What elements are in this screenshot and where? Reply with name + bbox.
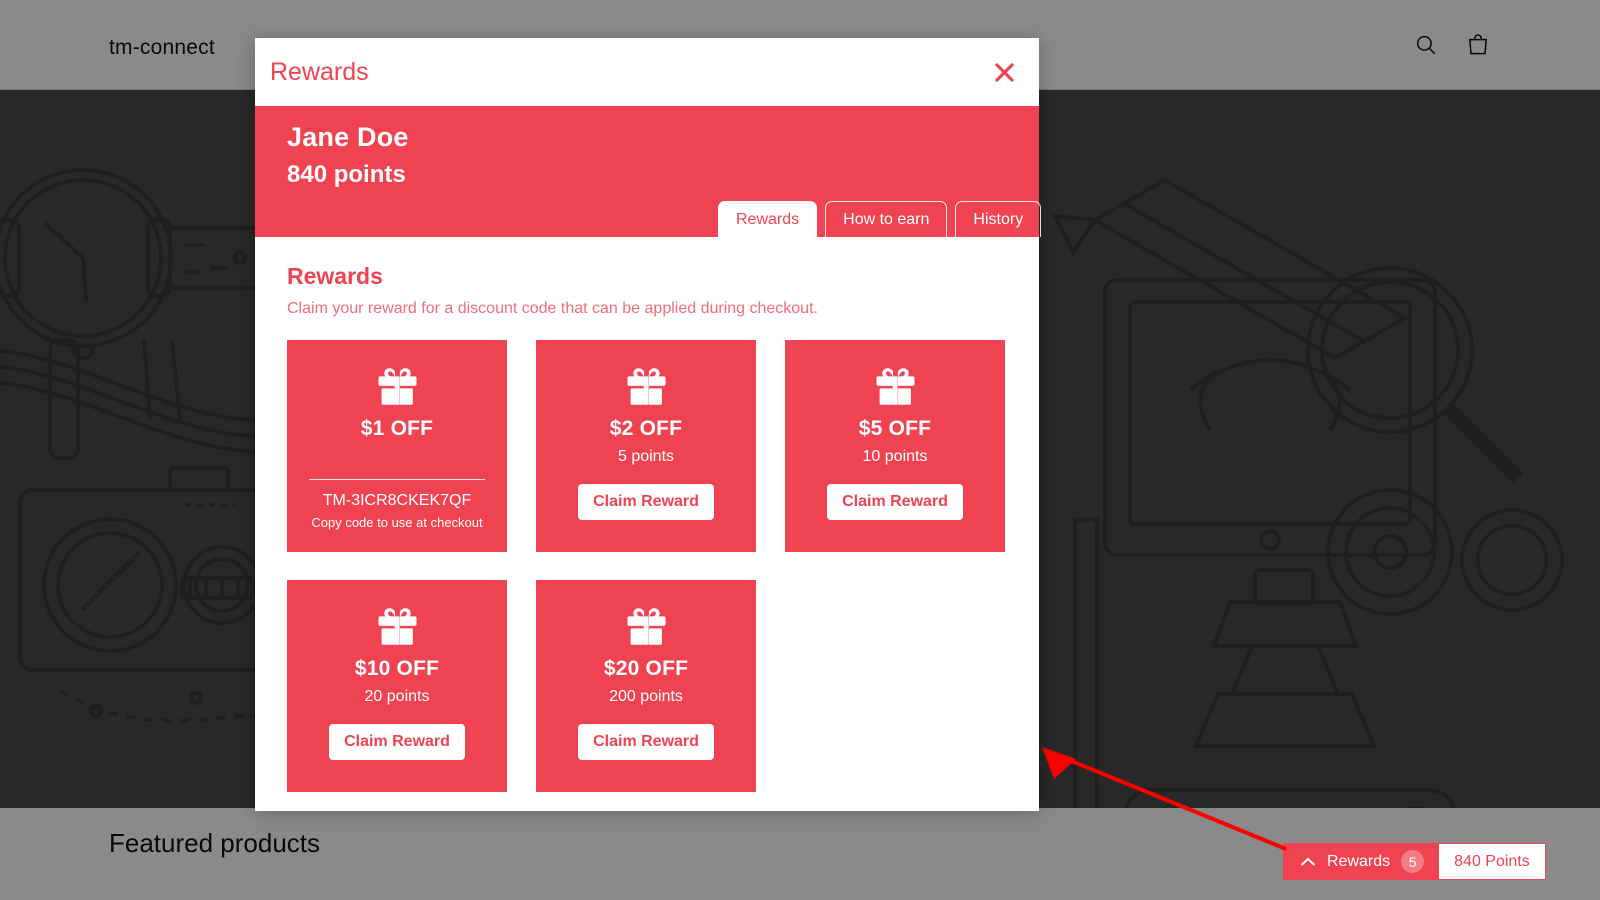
- reward-code-hint: Copy code to use at checkout: [311, 515, 483, 530]
- user-name: Jane Doe: [287, 122, 409, 152]
- gift-icon: [375, 366, 420, 417]
- claim-reward-button[interactable]: Claim Reward: [827, 484, 963, 520]
- tab-history[interactable]: History: [955, 201, 1042, 237]
- reward-card[interactable]: $1 OFF TM-3ICR8CKEK7QF Copy code to use …: [287, 340, 507, 552]
- annotation-arrow: [1042, 747, 1287, 851]
- claim-reward-button[interactable]: Claim Reward: [578, 724, 714, 760]
- reward-amount: $20 OFF: [603, 657, 689, 680]
- modal-tabs: Rewards How to earn History: [718, 201, 1042, 237]
- reward-amount: $10 OFF: [354, 657, 440, 680]
- section-title: Rewards: [287, 263, 383, 289]
- reward-points-cost: 200 points: [609, 688, 683, 705]
- gift-icon: [624, 606, 669, 657]
- rewards-launcher-widget[interactable]: Rewards 5 840 Points: [1283, 843, 1546, 880]
- close-button[interactable]: [986, 54, 1022, 90]
- modal-title: Rewards: [270, 58, 369, 86]
- rewards-count-badge: 5: [1401, 850, 1425, 873]
- rewards-modal: Rewards Jane Doe 840 points Rewards How …: [255, 38, 1042, 811]
- reward-points-cost: 10 points: [862, 448, 928, 465]
- tab-how-to-earn[interactable]: How to earn: [825, 201, 948, 237]
- reward-amount: $2 OFF: [609, 417, 683, 440]
- claim-reward-button[interactable]: Claim Reward: [578, 484, 714, 520]
- reward-card[interactable]: $10 OFF 20 points Claim Reward: [287, 580, 507, 792]
- rewards-card-grid: $1 OFF TM-3ICR8CKEK7QF Copy code to use …: [287, 340, 1007, 792]
- claim-reward-button[interactable]: Claim Reward: [329, 724, 465, 760]
- reward-points-cost: 5 points: [617, 448, 675, 465]
- rewards-launcher-toggle[interactable]: Rewards 5: [1284, 844, 1438, 879]
- code-divider: [309, 479, 485, 480]
- reward-points-cost: 20 points: [364, 688, 430, 705]
- chevron-up-icon: [1300, 857, 1316, 867]
- gift-icon: [375, 606, 420, 657]
- gift-icon: [624, 366, 669, 417]
- modal-header-banner: Jane Doe 840 points Rewards How to earn …: [255, 106, 1042, 237]
- rewards-launcher-label: Rewards: [1327, 852, 1391, 870]
- reward-amount: $5 OFF: [858, 417, 932, 440]
- gift-icon: [873, 366, 918, 417]
- modal-topbar: Rewards: [255, 38, 1039, 106]
- reward-code[interactable]: TM-3ICR8CKEK7QF: [287, 492, 507, 510]
- section-subtitle: Claim your reward for a discount code th…: [287, 300, 818, 317]
- reward-card[interactable]: $2 OFF 5 points Claim Reward: [536, 340, 756, 552]
- user-points-balance: 840 points: [287, 161, 406, 188]
- modal-body: Rewards Claim your reward for a discount…: [255, 237, 1039, 811]
- page-root: tm-connect Featured products Rewards 5 8…: [0, 0, 1600, 900]
- rewards-points-pill[interactable]: 840 Points: [1438, 844, 1545, 879]
- close-icon: [994, 62, 1015, 83]
- reward-amount: $1 OFF: [360, 417, 434, 440]
- reward-card[interactable]: $20 OFF 200 points Claim Reward: [536, 580, 756, 792]
- tab-rewards[interactable]: Rewards: [718, 201, 818, 237]
- reward-card[interactable]: $5 OFF 10 points Claim Reward: [785, 340, 1005, 552]
